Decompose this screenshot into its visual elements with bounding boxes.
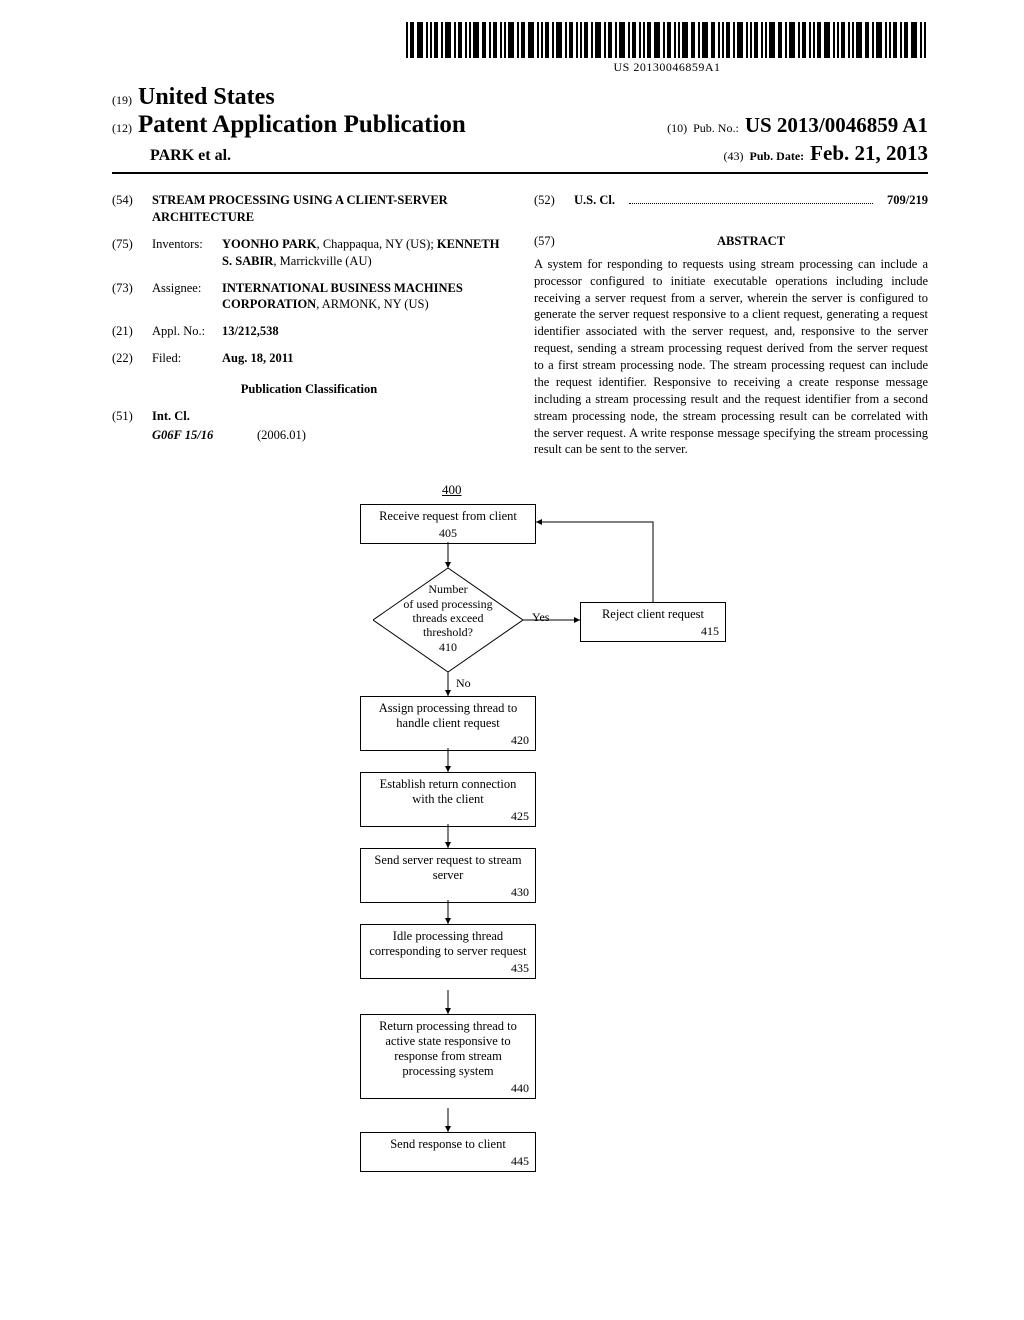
intcl-code: (51) [112, 408, 142, 425]
inventor-1-name: YOONHO PARK [222, 237, 317, 251]
doc-type-code: (12) [112, 121, 132, 136]
header-rule [112, 172, 928, 174]
barcode-text: US 20130046859A1 [406, 60, 928, 75]
flowchart: 400 Receive request from client 405 Numb… [290, 482, 750, 1222]
pub-date: Feb. 21, 2013 [810, 141, 928, 166]
country-code: (19) [112, 93, 132, 108]
appl-label: Appl. No.: [152, 323, 212, 340]
filed-code: (22) [112, 350, 142, 367]
filed-date: Aug. 18, 2011 [222, 350, 506, 367]
uscl-leader-dots [629, 195, 873, 204]
intcl-label: Int. Cl. [152, 408, 506, 425]
pub-class-heading: Publication Classification [112, 381, 506, 398]
inventors-label: Inventors: [152, 236, 212, 253]
intcl-class: G06F 15/16 [152, 428, 213, 442]
pub-date-label: Pub. Date: [750, 149, 805, 164]
left-column: (54) STREAM PROCESSING USING A CLIENT-SE… [112, 192, 506, 458]
patent-header: (19) United States (12) Patent Applicati… [112, 84, 928, 174]
assignee-label: Assignee: [152, 280, 212, 297]
filed-label: Filed: [152, 350, 212, 367]
assignee-code: (73) [112, 280, 142, 297]
pub-no-label: Pub. No.: [693, 121, 739, 136]
inventor-2-rest: , Marrickville (AU) [273, 254, 371, 268]
inventors-code: (75) [112, 236, 142, 253]
flowchart-arrows [290, 482, 750, 1222]
assignee: INTERNATIONAL BUSINESS MACHINES CORPORAT… [222, 280, 506, 314]
inventors: YOONHO PARK, Chappaqua, NY (US); KENNETH… [222, 236, 506, 270]
authors: PARK et al. [150, 147, 231, 165]
title-code: (54) [112, 192, 142, 209]
uscl-code: (52) [534, 192, 564, 209]
abstract-body: A system for responding to requests usin… [534, 256, 928, 459]
barcode-icon [406, 22, 928, 58]
patent-title: STREAM PROCESSING USING A CLIENT-SERVER … [152, 192, 506, 226]
body-columns: (54) STREAM PROCESSING USING A CLIENT-SE… [112, 192, 928, 458]
inventor-1-rest: , Chappaqua, NY (US); [317, 237, 437, 251]
barcode-block: US 20130046859A1 [406, 22, 928, 75]
abstract-code: (57) [534, 233, 564, 250]
pub-date-code: (43) [724, 149, 744, 164]
right-column: (52) U.S. Cl. 709/219 (57) ABSTRACT A sy… [534, 192, 928, 458]
uscl-value: 709/219 [887, 192, 928, 209]
intcl-date: (2006.01) [257, 428, 306, 442]
pub-no-code: (10) [667, 121, 687, 136]
intcl-entry: G06F 15/16 (2006.01) [152, 427, 506, 444]
appl-code: (21) [112, 323, 142, 340]
appl-no: 13/212,538 [222, 323, 506, 340]
uscl-label: U.S. Cl. [574, 192, 615, 209]
abstract-heading: ABSTRACT [574, 233, 928, 250]
doc-type: Patent Application Publication [138, 111, 466, 139]
pub-no: US 2013/0046859 A1 [745, 113, 928, 138]
assignee-rest: , ARMONK, NY (US) [316, 297, 428, 311]
country: United States [138, 84, 275, 111]
